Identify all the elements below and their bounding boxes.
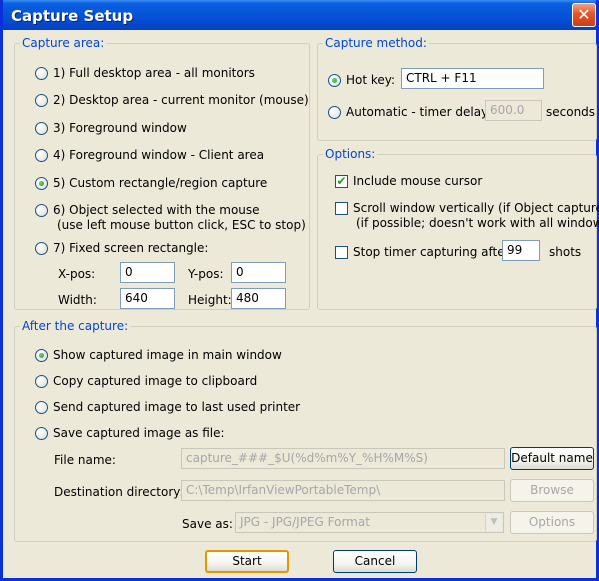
- capture-area-legend: Capture area:: [20, 36, 107, 50]
- width-label: Width:: [58, 293, 97, 307]
- browse-button[interactable]: Browse: [510, 479, 594, 502]
- include-cursor-option[interactable]: ✔ Include mouse cursor: [335, 174, 482, 189]
- ypos-input[interactable]: 0: [231, 262, 286, 283]
- file-name-label: File name:: [54, 453, 116, 467]
- after-capture-legend: After the capture:: [20, 319, 131, 333]
- file-name-input[interactable]: capture_###_$U(%d%m%Y_%H%M%S): [181, 448, 505, 469]
- capture-area-option-6[interactable]: 6) Object selected with the mouse (use l…: [35, 203, 306, 233]
- options-legend: Options:: [323, 147, 378, 161]
- options-group: Options: ✔ Include mouse cursor Scroll w…: [317, 147, 599, 310]
- capture-area-group: Capture area: 1) Full desktop area - all…: [14, 36, 310, 310]
- destination-directory-input[interactable]: C:\Temp\IrfanViewPortableTemp\: [181, 480, 505, 501]
- cancel-button[interactable]: Cancel: [333, 550, 417, 573]
- auto-timer-label: Automatic - timer delay:: [346, 105, 492, 119]
- radio-full-desktop[interactable]: [35, 67, 48, 80]
- radio-show-main-window[interactable]: [35, 349, 48, 362]
- window-title: Capture Setup: [11, 7, 134, 25]
- radio-auto-timer[interactable]: [328, 106, 341, 119]
- radio-fixed-rectangle[interactable]: [35, 242, 48, 255]
- hotkey-option[interactable]: Hot key:: [328, 73, 395, 88]
- after-option-printer[interactable]: Send captured image to last used printer: [35, 400, 300, 415]
- stop-timer-label: Stop timer capturing after:: [353, 245, 514, 259]
- close-icon: ✕: [577, 5, 591, 24]
- capture-area-option-3[interactable]: 3) Foreground window: [35, 121, 187, 136]
- capture-method-legend: Capture method:: [323, 36, 429, 50]
- stop-timer-input[interactable]: 99: [502, 240, 540, 261]
- option-label: 7) Fixed screen rectangle:: [53, 241, 209, 255]
- radio-foreground-window[interactable]: [35, 122, 48, 135]
- radio-send-printer[interactable]: [35, 401, 48, 414]
- include-cursor-checkbox[interactable]: ✔: [335, 175, 348, 188]
- capture-setup-dialog: Capture Setup ✕ Capture area: 1) Full de…: [0, 0, 599, 581]
- after-option-show[interactable]: Show captured image in main window: [35, 348, 282, 363]
- xpos-label: X-pos:: [58, 267, 96, 281]
- default-name-button[interactable]: Default name: [510, 447, 594, 470]
- xpos-input[interactable]: 0: [120, 262, 175, 283]
- option-label: Save captured image as file:: [53, 426, 225, 440]
- scroll-window-checkbox[interactable]: [335, 202, 348, 215]
- save-as-select[interactable]: JPG - JPG/JPEG Format ▼: [235, 512, 504, 533]
- option-label: Copy captured image to clipboard: [53, 374, 258, 388]
- option-label: 6) Object selected with the mouse: [53, 203, 260, 217]
- destination-directory-label: Destination directory:: [54, 485, 184, 499]
- hotkey-input[interactable]: CTRL + F11: [401, 68, 544, 89]
- option-label: 4) Foreground window - Client area: [53, 148, 265, 162]
- scroll-window-option[interactable]: Scroll window vertically (if Object capt…: [335, 201, 599, 231]
- option-label: Show captured image in main window: [53, 348, 282, 362]
- hotkey-label: Hot key:: [346, 73, 396, 87]
- chevron-down-icon[interactable]: ▼: [485, 514, 502, 531]
- option-label: Send captured image to last used printer: [53, 400, 301, 414]
- auto-timer-option[interactable]: Automatic - timer delay:: [328, 105, 491, 120]
- capture-area-option-1[interactable]: 1) Full desktop area - all monitors: [35, 66, 255, 81]
- radio-copy-clipboard[interactable]: [35, 375, 48, 388]
- start-button[interactable]: Start: [205, 550, 289, 573]
- radio-desktop-monitor[interactable]: [35, 94, 48, 107]
- radio-hotkey[interactable]: [328, 74, 341, 87]
- option-label: 5) Custom rectangle/region capture: [53, 176, 268, 190]
- seconds-label: seconds: [546, 105, 596, 119]
- radio-save-file[interactable]: [35, 427, 48, 440]
- save-as-value: JPG - JPG/JPEG Format: [240, 515, 370, 529]
- capture-area-option-7[interactable]: 7) Fixed screen rectangle:: [35, 241, 208, 256]
- include-cursor-label: Include mouse cursor: [353, 174, 483, 188]
- save-as-label: Save as:: [182, 517, 233, 531]
- capture-method-group: Capture method: Hot key: CTRL + F11 Auto…: [317, 36, 597, 141]
- capture-area-option-2[interactable]: 2) Desktop area - current monitor (mouse…: [35, 93, 309, 108]
- radio-foreground-client[interactable]: [35, 149, 48, 162]
- height-label: Height:: [188, 293, 232, 307]
- timer-delay-input[interactable]: 600.0: [485, 100, 542, 121]
- width-input[interactable]: 640: [120, 288, 175, 309]
- radio-custom-rectangle[interactable]: [35, 177, 48, 190]
- option-label: 2) Desktop area - current monitor (mouse…: [53, 93, 309, 107]
- stop-timer-option[interactable]: Stop timer capturing after:: [335, 245, 513, 260]
- scroll-window-sublabel: (if possible; doesn't work with all wind…: [356, 216, 599, 230]
- capture-area-option-4[interactable]: 4) Foreground window - Client area: [35, 148, 264, 163]
- after-option-save-file[interactable]: Save captured image as file:: [35, 426, 225, 441]
- ypos-label: Y-pos:: [188, 267, 224, 281]
- option-label: 1) Full desktop area - all monitors: [53, 66, 255, 80]
- options-button[interactable]: Options: [510, 511, 594, 534]
- capture-area-option-5[interactable]: 5) Custom rectangle/region capture: [35, 176, 267, 191]
- close-button[interactable]: ✕: [572, 3, 596, 27]
- scroll-window-label: Scroll window vertically (if Object capt…: [353, 201, 599, 215]
- after-capture-group: After the capture: Show captured image i…: [14, 319, 597, 542]
- height-input[interactable]: 480: [231, 288, 286, 309]
- option-sublabel: (use left mouse button click, ESC to sto…: [57, 218, 306, 232]
- shots-label: shots: [549, 245, 582, 259]
- after-option-clipboard[interactable]: Copy captured image to clipboard: [35, 374, 257, 389]
- title-bar[interactable]: Capture Setup ✕: [3, 0, 596, 30]
- stop-timer-checkbox[interactable]: [335, 246, 348, 259]
- option-label: 3) Foreground window: [53, 121, 187, 135]
- radio-object-mouse[interactable]: [35, 204, 48, 217]
